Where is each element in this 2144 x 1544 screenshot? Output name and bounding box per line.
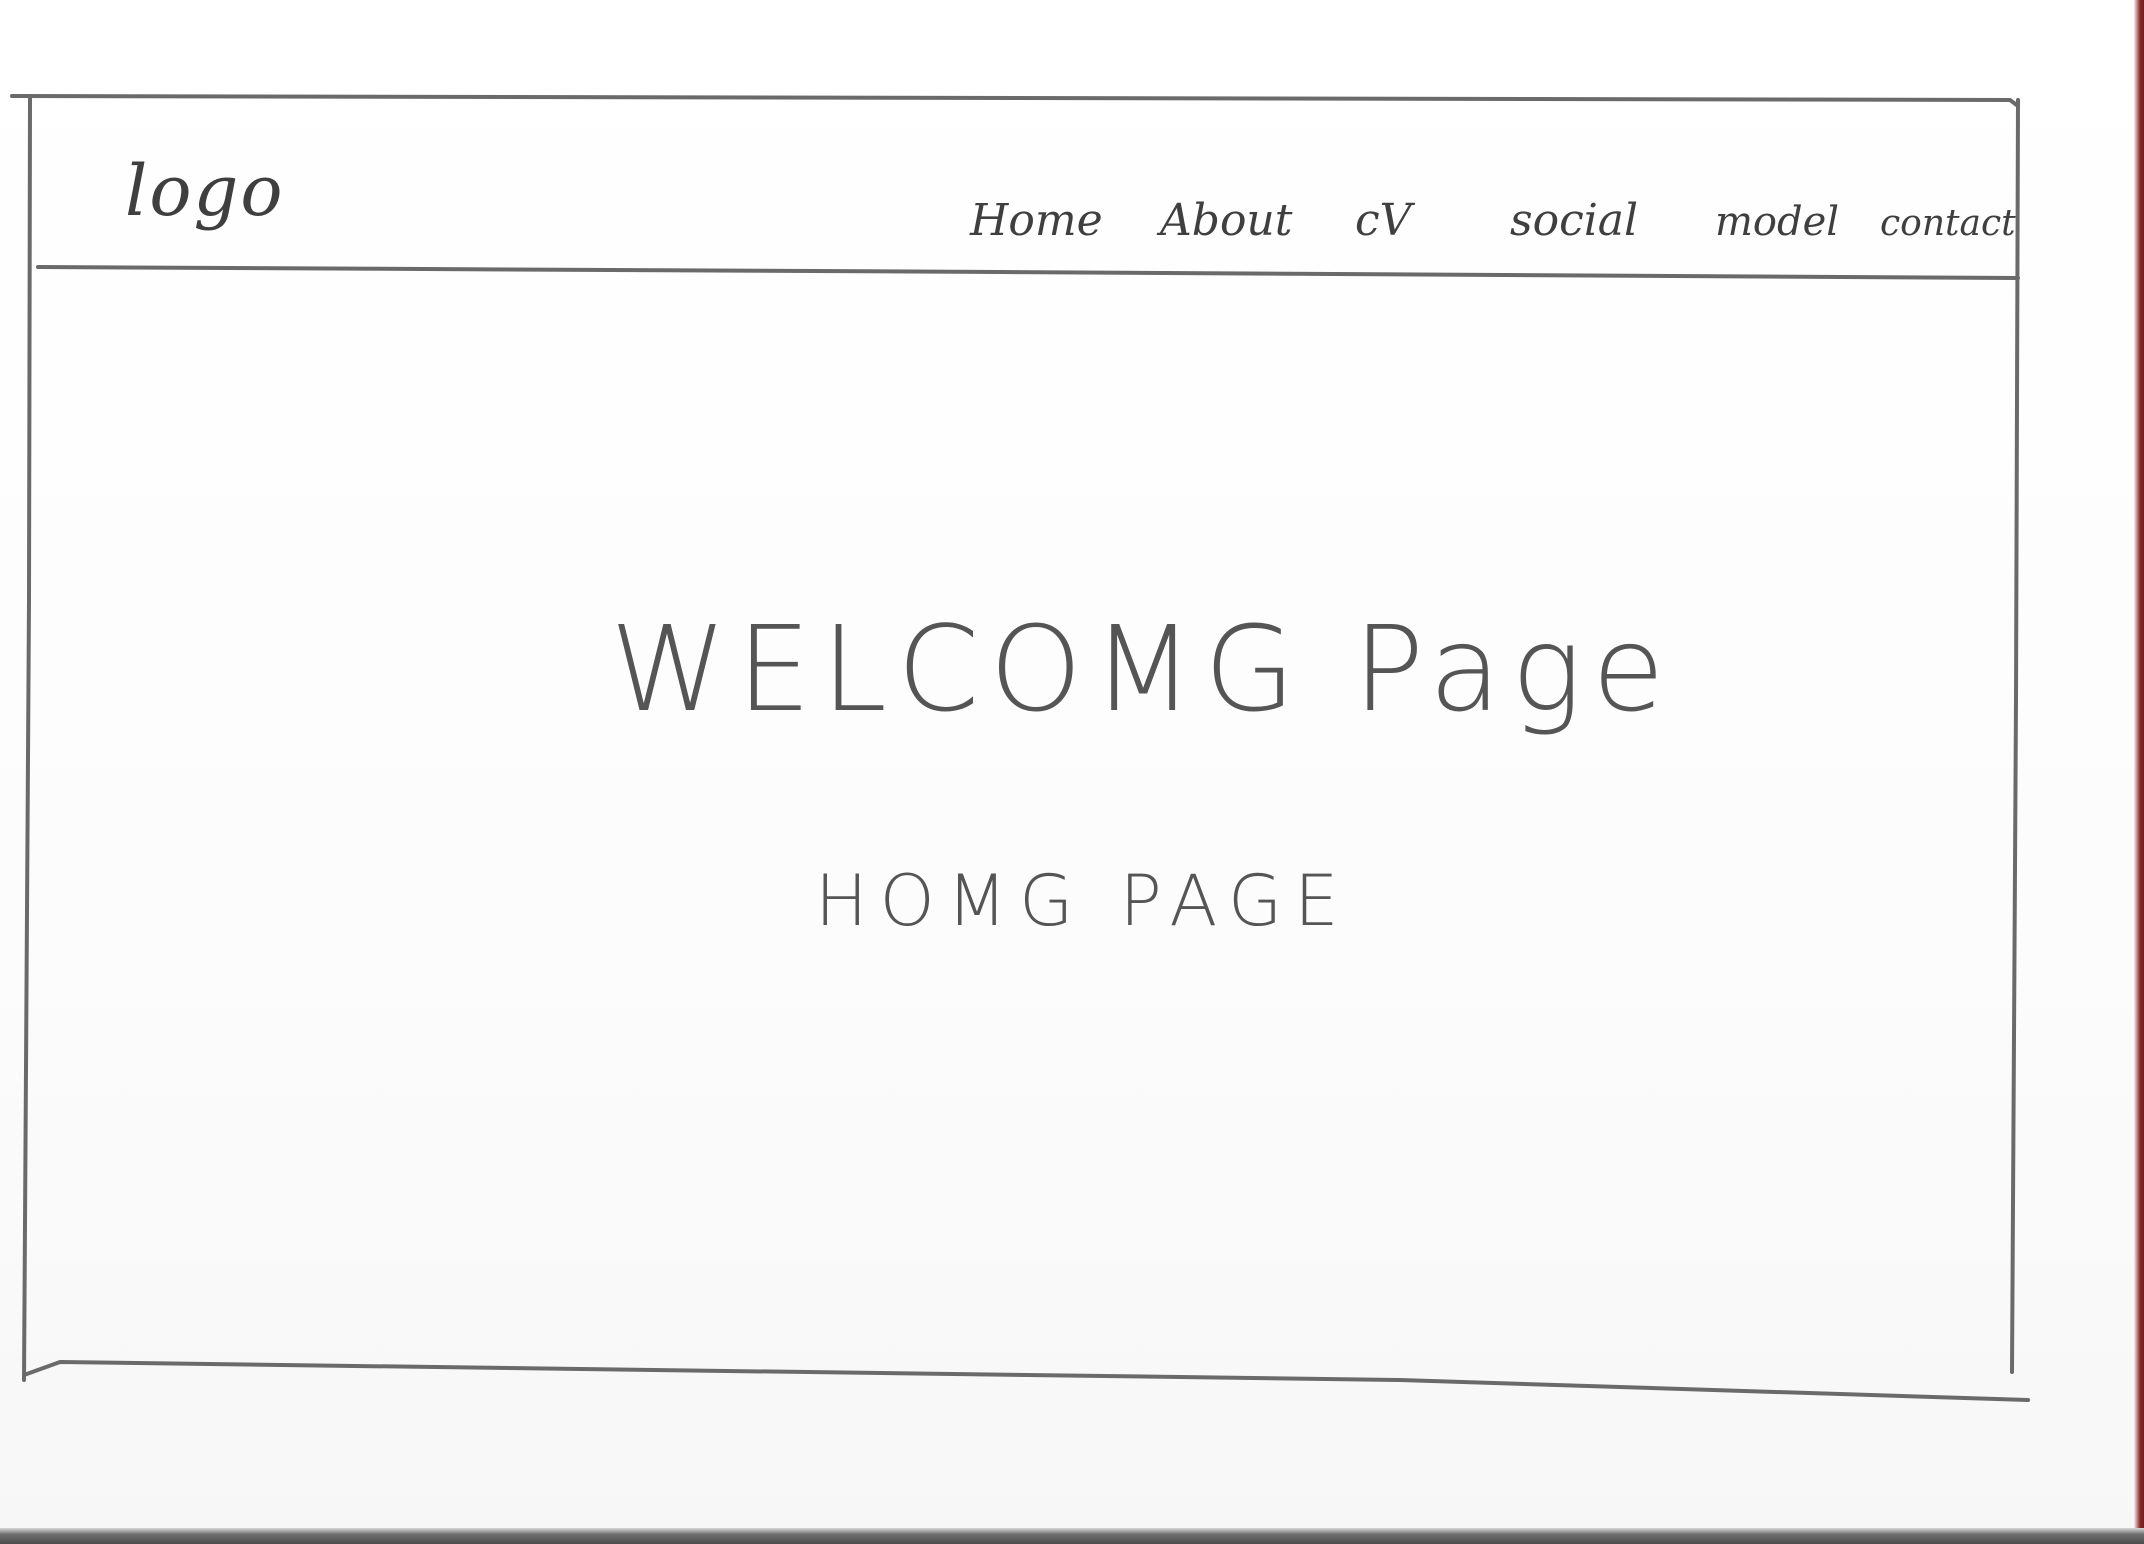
logo[interactable]: logo xyxy=(125,150,284,232)
frame-bottom-border xyxy=(22,1360,2030,1402)
nav-cv-link[interactable]: cV xyxy=(1355,195,1510,246)
nav-model-link[interactable]: model xyxy=(1715,199,1880,245)
nav-social-link[interactable]: social xyxy=(1510,195,1715,246)
nav-about-link[interactable]: About xyxy=(1160,195,1355,246)
welcome-title: WELCOMG Page xyxy=(610,600,1675,738)
top-nav: Home About cV social model contact xyxy=(970,195,2020,246)
home-page-subtitle: HOMG PAGE xyxy=(815,860,1351,942)
paper-right-edge xyxy=(2134,0,2144,1544)
paper-bottom-shadow xyxy=(0,1528,2144,1544)
header-divider xyxy=(36,265,2020,280)
nav-home-link[interactable]: Home xyxy=(970,195,1160,246)
nav-contact-link[interactable]: contact xyxy=(1880,203,2020,244)
frame-left-border xyxy=(22,96,32,1382)
frame-top-border xyxy=(10,94,2020,108)
frame-right-border xyxy=(2010,98,2020,1374)
